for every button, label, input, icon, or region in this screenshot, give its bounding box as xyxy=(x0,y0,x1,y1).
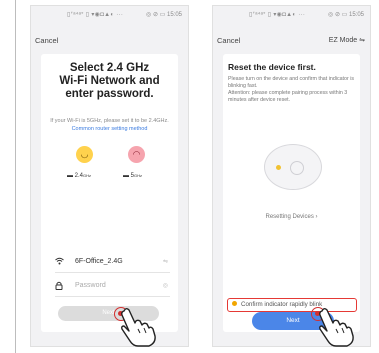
resetting-devices-link[interactable]: Resetting Devices › xyxy=(223,214,360,220)
title-line: Wi-Fi Network and xyxy=(59,75,160,87)
wifi-icon xyxy=(55,257,64,267)
band-note: If your Wi-Fi is 5GHz, please set it to … xyxy=(49,118,170,133)
device-illustration xyxy=(246,124,337,215)
smiley-face-icon: ◡ xyxy=(76,146,93,163)
band-note-text: If your Wi-Fi is 5GHz, please set it to … xyxy=(50,118,169,124)
page-title: Reset the device first. xyxy=(228,62,316,72)
page-title: Select 2.4 GHz Wi-Fi Network and enter p… xyxy=(41,62,178,101)
status-bar: ▯ᐪᵃ⁴ᵃᐤ ▯ ▾◉◘▲◐ ··· ◎ ⊘ ▭ 15:05 xyxy=(213,9,370,21)
status-bar: ▯ᐪᵃ⁴ᵃᐤ ▯ ▾◉◘▲◐ ··· ◎ ⊘ ▭ 15:05 xyxy=(31,9,188,21)
router-icon: ▬ xyxy=(123,173,131,179)
password-placeholder: Password xyxy=(75,282,106,289)
title-line: Select 2.4 GHz xyxy=(69,62,150,74)
next-button-label: Next xyxy=(102,310,115,316)
page-divider-line xyxy=(15,0,16,353)
password-field[interactable]: Password ◎ xyxy=(55,276,170,297)
status-icons-right: ◎ ⊘ ▭ 15:05 xyxy=(328,12,364,18)
reset-card: Reset the device first. Please turn on t… xyxy=(223,54,360,332)
show-password-icon[interactable]: ◎ xyxy=(163,282,168,289)
band-2-4-label: ▬ 2.4GHz xyxy=(67,173,91,179)
confirm-label: Confirm indicator rapidly blink xyxy=(241,301,323,308)
title-line: enter password. xyxy=(65,88,154,100)
top-bar: Cancel xyxy=(31,34,188,48)
status-icons-left: ▯ᐪᵃ⁴ᵃᐤ ▯ ▾◉◘▲◐ ··· xyxy=(249,12,306,18)
wifi-ssid-field[interactable]: 6F-Office_2.4G ⇋ xyxy=(55,252,170,273)
cancel-button[interactable]: Cancel xyxy=(35,36,58,45)
band-value: 2.4 xyxy=(74,173,84,179)
router-setting-link[interactable]: Common router setting method xyxy=(72,126,148,132)
top-bar: Cancel EZ Mode ⇋ xyxy=(213,34,370,48)
device-icon xyxy=(264,144,322,190)
cancel-button[interactable]: Cancel xyxy=(217,36,240,45)
tapping-hand-icon xyxy=(121,308,156,347)
wifi-ssid-value: 6F-Office_2.4G xyxy=(75,258,123,265)
band-unit: GHz xyxy=(83,173,92,178)
band-5-label: ▬ 5GHz xyxy=(123,173,142,179)
tapping-hand-icon xyxy=(319,308,354,347)
band-unit: GHz xyxy=(134,173,143,178)
next-button-label: Next xyxy=(286,317,300,324)
radio-icon[interactable] xyxy=(232,300,237,306)
switch-network-icon[interactable]: ⇋ xyxy=(163,258,168,265)
status-icons-right: ◎ ⊘ ▭ 15:05 xyxy=(146,12,182,18)
router-icon: ▬ xyxy=(67,173,75,179)
sad-face-icon: ◠ xyxy=(128,146,145,163)
indicator-light-icon xyxy=(276,165,281,170)
wifi-card: Select 2.4 GHz Wi-Fi Network and enter p… xyxy=(41,54,178,332)
reset-instructions: Please turn on the device and confirm th… xyxy=(228,76,355,103)
status-icons-left: ▯ᐪᵃ⁴ᵃᐤ ▯ ▾◉◘▲◐ ··· xyxy=(67,12,124,18)
phone-screen-wifi-setup: ▯ᐪᵃ⁴ᵃᐤ ▯ ▾◉◘▲◐ ··· ◎ ⊘ ▭ 15:05 Cancel Se… xyxy=(30,5,189,347)
device-button-icon xyxy=(290,161,304,175)
phone-screen-reset-device: ▯ᐪᵃ⁴ᵃᐤ ▯ ▾◉◘▲◐ ··· ◎ ⊘ ▭ 15:05 Cancel EZ… xyxy=(212,5,371,347)
ez-mode-switch[interactable]: EZ Mode ⇋ xyxy=(329,36,365,44)
lock-icon xyxy=(55,281,63,292)
